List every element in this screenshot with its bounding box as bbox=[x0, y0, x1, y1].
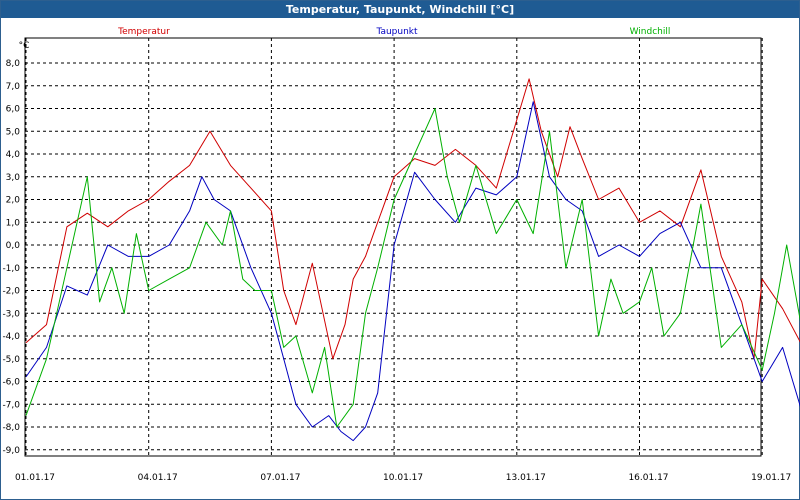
legend-taupunkt: Taupunkt bbox=[375, 27, 418, 37]
y-tick-label: -8,0 bbox=[2, 423, 20, 433]
y-tick-label: 3,0 bbox=[6, 173, 21, 183]
line-chart: 8,0 7,0 6,0 5,0 4,0 3,0 2,0 1,0 0,0 -1,0 -2,0 -3,0 -… bbox=[2, 27, 800, 483]
x-tick-label: 19.01.17 bbox=[751, 473, 791, 483]
y-tick-label: -1,0 bbox=[2, 264, 20, 274]
y-tick-label: -9,0 bbox=[2, 446, 20, 456]
y-axis-ticks: 8,0 7,0 6,0 5,0 4,0 3,0 2,0 1,0 0,0 -1,0 -2,0 -3,0 -… bbox=[2, 59, 20, 456]
y-tick-label: -5,0 bbox=[2, 355, 20, 365]
y-tick-label: 6,0 bbox=[6, 105, 21, 115]
legend-windchill: Windchill bbox=[630, 27, 671, 37]
x-tick-label: 01.01.17 bbox=[15, 473, 55, 483]
x-axis-ticks: 01.01.17 04.01.17 07.01.17 10.01.17 13.01.17… bbox=[15, 473, 791, 483]
y-tick-label: -2,0 bbox=[2, 287, 20, 297]
x-tick-label: 04.01.17 bbox=[138, 473, 178, 483]
plot-area bbox=[24, 37, 762, 457]
x-tick-label: 13.01.17 bbox=[506, 473, 546, 483]
legend-temperatur: Temperatur bbox=[117, 27, 170, 37]
y-tick-label: -4,0 bbox=[2, 332, 20, 342]
y-tick-label: 4,0 bbox=[6, 150, 21, 160]
y-tick-label: 2,0 bbox=[6, 196, 21, 206]
y-tick-label: 5,0 bbox=[6, 127, 21, 137]
y-axis-unit-label: °C bbox=[19, 41, 30, 51]
y-tick-label: -7,0 bbox=[2, 400, 20, 410]
y-tick-label: 7,0 bbox=[6, 82, 21, 92]
y-tick-label: 0,0 bbox=[6, 241, 21, 251]
y-tick-label: 8,0 bbox=[6, 59, 21, 69]
y-tick-label: -6,0 bbox=[2, 378, 20, 388]
y-tick-label: 1,0 bbox=[6, 218, 21, 228]
y-tick-label: -3,0 bbox=[2, 309, 20, 319]
x-tick-label: 10.01.17 bbox=[383, 473, 423, 483]
x-tick-label: 07.01.17 bbox=[260, 473, 300, 483]
x-tick-label: 16.01.17 bbox=[628, 473, 668, 483]
